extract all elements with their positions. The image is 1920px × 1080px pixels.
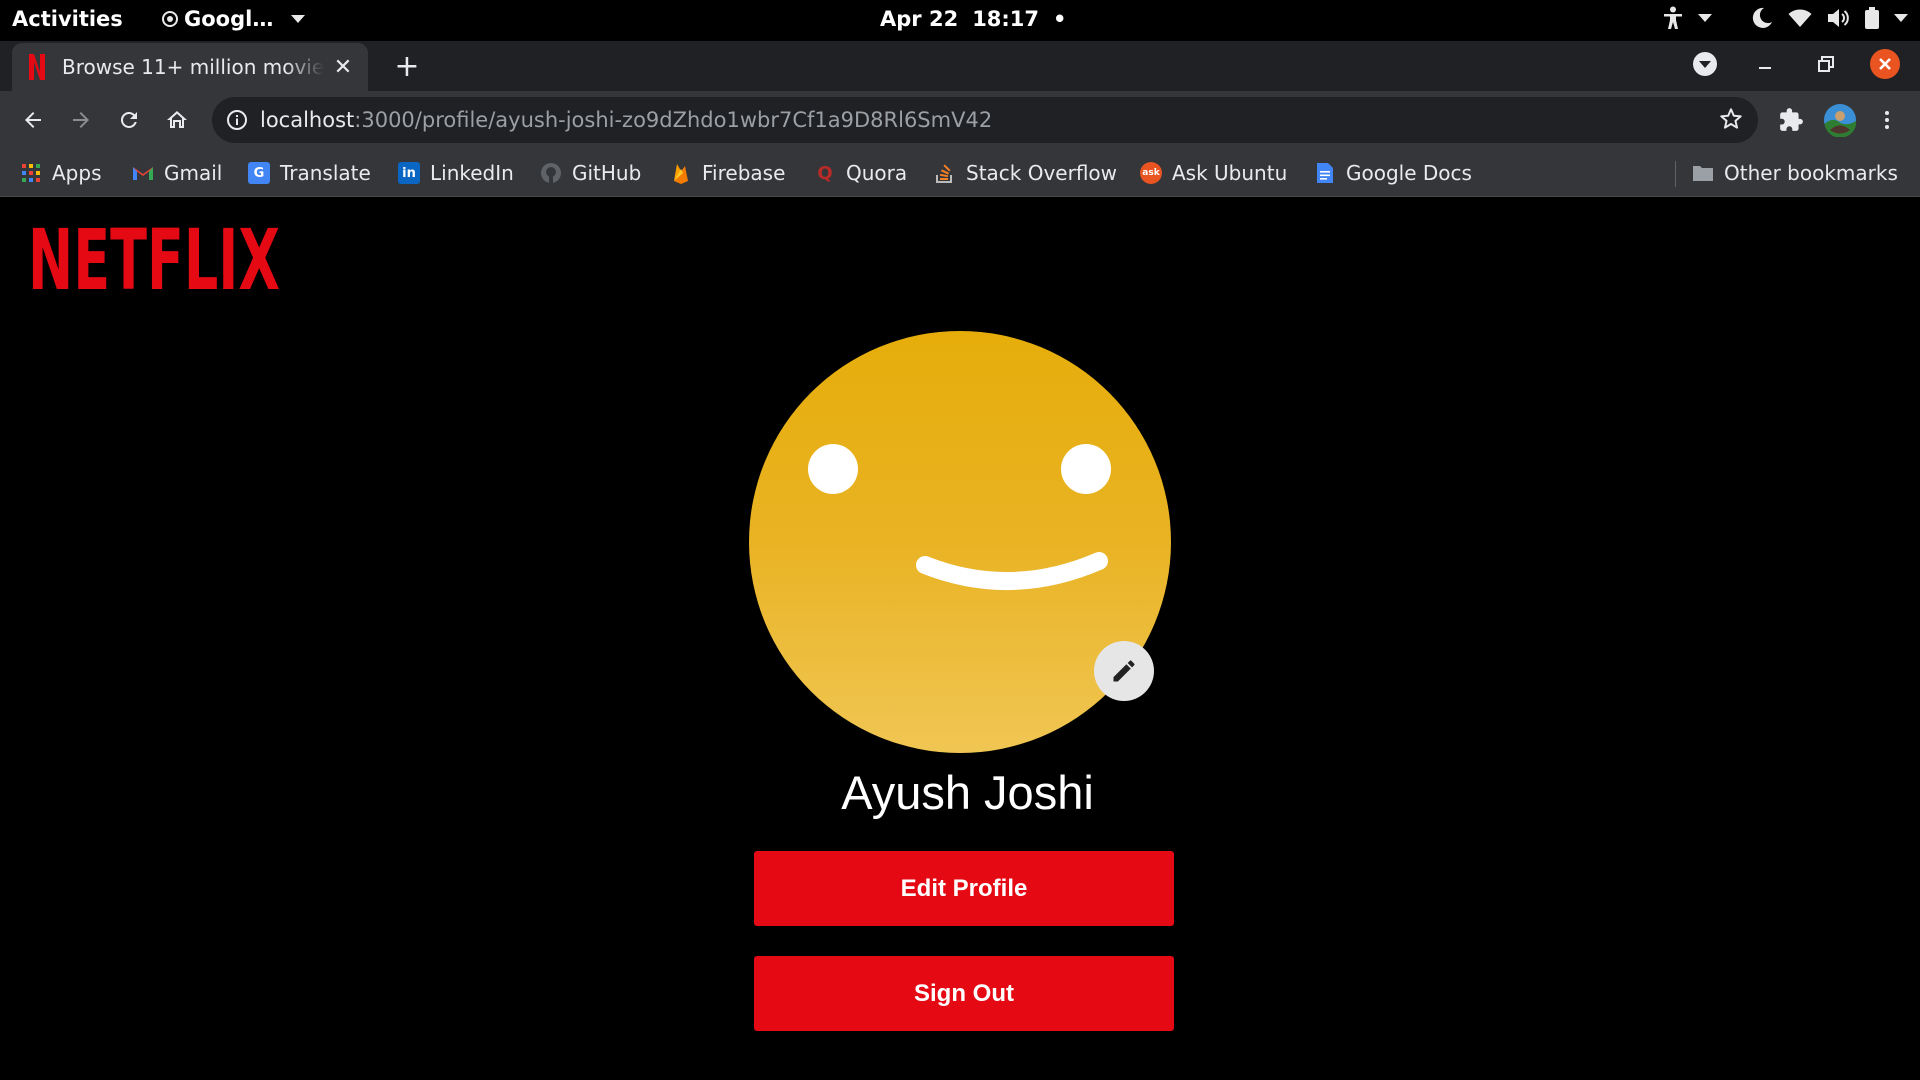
edit-avatar-button[interactable] [1094, 641, 1154, 701]
tab-search-button[interactable] [1692, 51, 1718, 77]
netflix-logo[interactable]: NETFLIX [28, 211, 284, 309]
address-bar[interactable]: localhost:3000/profile/ayush-joshi-zo9dZ… [212, 97, 1758, 143]
volume-icon [1828, 9, 1849, 27]
bookmark-label: LinkedIn [430, 161, 514, 185]
url-text: localhost:3000/profile/ayush-joshi-zo9dZ… [260, 108, 992, 132]
minimize-icon [1759, 67, 1771, 69]
bookmark-label: Apps [52, 161, 102, 185]
bookmark-linkedin[interactable]: in LinkedIn [398, 157, 514, 189]
bookmark-google-docs[interactable]: Google Docs [1314, 157, 1472, 189]
bookmark-firebase[interactable]: Firebase [670, 157, 785, 189]
askubuntu-icon: ask [1140, 162, 1162, 184]
site-info-icon[interactable] [226, 109, 248, 131]
bookmark-star-icon[interactable] [1718, 106, 1744, 136]
folder-icon [1692, 162, 1714, 184]
reload-button[interactable] [112, 103, 146, 137]
reload-icon [120, 111, 137, 128]
bookmark-label: GitHub [572, 161, 642, 185]
arrow-left-icon [25, 112, 41, 128]
bookmark-translate[interactable]: G Translate [248, 157, 371, 189]
bookmark-label: Stack Overflow [966, 161, 1118, 185]
avatar [1824, 104, 1856, 137]
system-top-bar: Activities Googl… Apr 22 18:17 • [0, 0, 1920, 41]
bookmark-label: Other bookmarks [1724, 161, 1898, 185]
bookmark-label: Translate [280, 161, 371, 185]
url-path: :3000/profile/ayush-joshi-zo9dZhdo1wbr7C… [354, 108, 993, 132]
browser-tab-active[interactable]: Browse 11+ million movies ✕ [12, 43, 368, 91]
tab-strip: Browse 11+ million movies ✕ + [0, 41, 1920, 91]
profile-page: NETFLIX Ayush Joshi Edit Profile Sign Ou… [0, 197, 1920, 1080]
profile-name: Ayush Joshi [841, 766, 1094, 819]
browser-toolbar: localhost:3000/profile/ayush-joshi-zo9dZ… [0, 91, 1920, 149]
stackoverflow-icon [934, 162, 956, 184]
home-button[interactable] [160, 103, 194, 137]
logo-text: NETFLIX [28, 225, 280, 297]
close-window-button[interactable] [1870, 49, 1900, 79]
extensions-button[interactable] [1774, 103, 1808, 137]
system-tray[interactable] [1662, 6, 1908, 30]
gmail-icon [132, 162, 154, 184]
pencil-icon [1113, 660, 1135, 682]
chevron-down-icon [1894, 14, 1908, 22]
sign-out-button[interactable]: Sign Out [754, 956, 1174, 1031]
clock-date: Apr 22 [880, 7, 959, 31]
arrow-right-icon [73, 112, 89, 128]
bookmark-label: Google Docs [1346, 161, 1472, 185]
translate-icon: G [248, 162, 270, 184]
night-light-icon [1752, 7, 1772, 28]
restore-button[interactable] [1812, 51, 1838, 77]
app-menu-label: Googl… [184, 7, 274, 31]
profile-avatar-area [749, 331, 1171, 753]
home-icon [167, 111, 187, 128]
netflix-n-icon [26, 53, 48, 81]
quora-icon: Q [817, 162, 833, 184]
profile-avatar[interactable] [1822, 102, 1858, 138]
restore-icon [1818, 56, 1834, 72]
app-menu[interactable]: Googl… [162, 7, 306, 31]
bookmark-stackoverflow[interactable]: Stack Overflow [934, 157, 1117, 189]
clock-time: 18:17 [972, 7, 1040, 31]
clock[interactable]: Apr 22 18:17 • [880, 7, 1066, 31]
bookmarks-divider [1675, 161, 1676, 187]
back-button[interactable] [16, 103, 50, 137]
linkedin-icon: in [398, 162, 420, 184]
bookmark-label: Firebase [702, 161, 786, 185]
bookmark-gmail[interactable]: Gmail [132, 157, 222, 189]
google-docs-icon [1314, 162, 1336, 184]
more-vert-icon [1885, 111, 1889, 129]
new-tab-button[interactable]: + [390, 49, 424, 84]
apps-grid-icon [20, 162, 42, 184]
bookmark-label: Ask Ubuntu [1172, 161, 1288, 185]
minimize-button[interactable] [1752, 51, 1778, 77]
edit-profile-button[interactable]: Edit Profile [754, 851, 1174, 926]
notification-dot: • [1053, 7, 1067, 31]
wifi-icon [1788, 9, 1812, 27]
activities-button[interactable]: Activities [12, 7, 123, 31]
bookmark-apps[interactable]: Apps [20, 157, 102, 189]
chrome-menu-button[interactable] [1870, 103, 1904, 137]
bookmark-quora[interactable]: Q Quora [814, 157, 907, 189]
close-icon [1870, 49, 1900, 79]
forward-button[interactable] [64, 103, 98, 137]
close-tab-icon[interactable]: ✕ [332, 55, 354, 80]
puzzle-icon [1780, 108, 1803, 131]
bookmark-askubuntu[interactable]: ask Ask Ubuntu [1140, 157, 1287, 189]
accessibility-icon[interactable] [1662, 6, 1684, 30]
tab-title: Browse 11+ million movies [62, 55, 324, 79]
chevron-down-circle-icon [1693, 52, 1717, 76]
battery-icon [1865, 7, 1879, 29]
chrome-icon [162, 11, 178, 27]
url-host: localhost [260, 108, 355, 132]
bookmark-label: Quora [846, 161, 908, 185]
bookmark-other[interactable]: Other bookmarks [1692, 157, 1898, 189]
bookmarks-bar: Apps Gmail G Translate in LinkedIn GitHu… [0, 149, 1920, 197]
chevron-down-icon [291, 15, 306, 23]
chevron-down-icon [1698, 14, 1712, 22]
github-icon [540, 162, 562, 184]
bookmark-github[interactable]: GitHub [540, 157, 641, 189]
bookmark-label: Gmail [164, 161, 223, 185]
firebase-icon [670, 162, 692, 184]
